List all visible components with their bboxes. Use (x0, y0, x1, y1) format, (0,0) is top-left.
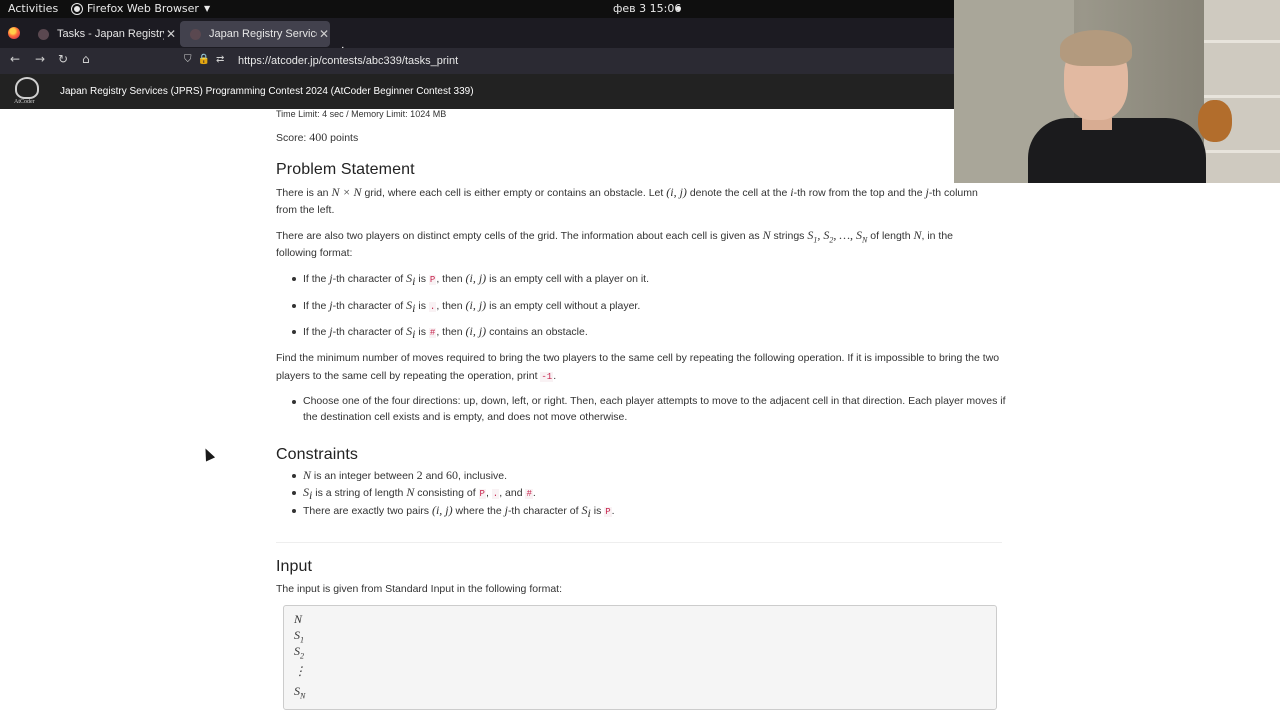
statement-paragraph-2: There are also two players on distinct e… (276, 228, 954, 245)
score-line: Score: 400 points (276, 130, 359, 144)
atcoder-logo[interactable]: AtCoder (10, 77, 44, 106)
input-format-line-sn: SN (294, 684, 306, 701)
operation-line-1: Choose one of the four directions: up, d… (303, 395, 1006, 407)
firefox-icon (72, 3, 82, 14)
tab-favicon-icon (190, 28, 201, 40)
input-heading: Input (276, 558, 313, 575)
operation-line-2: the destination cell exists and is empty… (303, 411, 628, 423)
problem-statement-heading: Problem Statement (276, 161, 415, 178)
constraint-2: Si is a string of length N consisting of… (303, 485, 536, 503)
bullet-icon (292, 509, 296, 513)
bullet-icon (292, 304, 296, 308)
bullet-icon (292, 330, 296, 334)
input-format-line-s1: S1 (294, 628, 304, 645)
security-icons: ⛉🔒⇄ (184, 54, 231, 65)
input-format-line-n: N (294, 612, 303, 626)
bullet-icon (292, 474, 296, 478)
tab-label: Tasks - Japan Registry Se (57, 28, 164, 40)
constraint-1: N is an integer between 2 and 60, inclus… (303, 468, 508, 482)
format-item-empty: If the j-th character of Si is ., then (… (303, 298, 641, 316)
tab-favicon-icon (38, 28, 49, 40)
webcam-person-body (1028, 118, 1206, 183)
activities-button[interactable]: Activities (8, 2, 58, 15)
statement-paragraph-3-cont: players to the same cell by repeating th… (276, 370, 557, 382)
statement-paragraph-2-cont: following format: (276, 247, 353, 259)
input-format-line-s2: S2 (294, 644, 304, 661)
constraints-heading: Constraints (276, 446, 359, 463)
close-icon[interactable]: ✕ (166, 27, 176, 41)
home-icon[interactable]: ⌂ (82, 52, 90, 66)
back-arrow-icon[interactable]: ← (10, 52, 20, 66)
input-description: The input is given from Standard Input i… (276, 583, 562, 595)
teddy-bear-image (1198, 100, 1232, 142)
input-format-box: N S1 S2 ⋮ SN (283, 605, 997, 710)
statement-paragraph-3: Find the minimum number of moves require… (276, 352, 1000, 364)
limits-text: Time Limit: 4 sec / Memory Limit: 1024 M… (276, 109, 447, 119)
bullet-icon (292, 277, 296, 281)
url-text[interactable]: https://atcoder.jp/contests/abc339/tasks… (238, 55, 458, 67)
logo-text: AtCoder (14, 99, 35, 105)
forward-arrow-icon[interactable]: → (35, 52, 45, 66)
constraint-3: There are exactly two pairs (i, j) where… (303, 503, 615, 521)
format-item-obstacle: If the j-th character of Si is #, then (… (303, 324, 588, 342)
tab-tasks[interactable]: Tasks - Japan Registry Se ✕ (28, 21, 176, 47)
app-menu[interactable]: Firefox Web Browser ▼ (72, 2, 210, 15)
reload-icon[interactable]: ↻ (58, 52, 68, 66)
firefox-view-icon[interactable] (8, 27, 20, 39)
app-menu-label: Firefox Web Browser (87, 2, 199, 15)
caret-down-icon: ▼ (203, 4, 211, 13)
tab-label: Japan Registry Services ( (209, 28, 317, 40)
atcoder-seal-icon (15, 77, 39, 99)
input-format-line-vdots: ⋮ (294, 664, 306, 678)
webcam-person-hair (1060, 30, 1132, 66)
problem-content: Time Limit: 4 sec / Memory Limit: 1024 M… (0, 109, 1280, 720)
bullet-icon (292, 491, 296, 495)
notification-dot-icon (676, 6, 681, 11)
format-item-player: If the j-th character of Si is P, then (… (303, 271, 650, 289)
tab-active[interactable]: Japan Registry Services ( ✕ (180, 21, 330, 47)
statement-paragraph-1: There is an N × N grid, where each cell … (276, 185, 978, 199)
bullet-icon (292, 400, 296, 404)
webcam-shelf (1204, 0, 1280, 183)
url-bar[interactable]: ⛉🔒⇄ https://atcoder.jp/contests/abc339/t… (176, 50, 956, 72)
contest-title[interactable]: Japan Registry Services (JPRS) Programmi… (60, 86, 474, 97)
statement-paragraph-1-cont: from the left. (276, 204, 335, 216)
section-divider (276, 542, 1002, 543)
close-icon[interactable]: ✕ (319, 27, 329, 41)
webcam-overlay (954, 0, 1280, 183)
clock[interactable]: фев 3 15:06 (613, 2, 681, 15)
